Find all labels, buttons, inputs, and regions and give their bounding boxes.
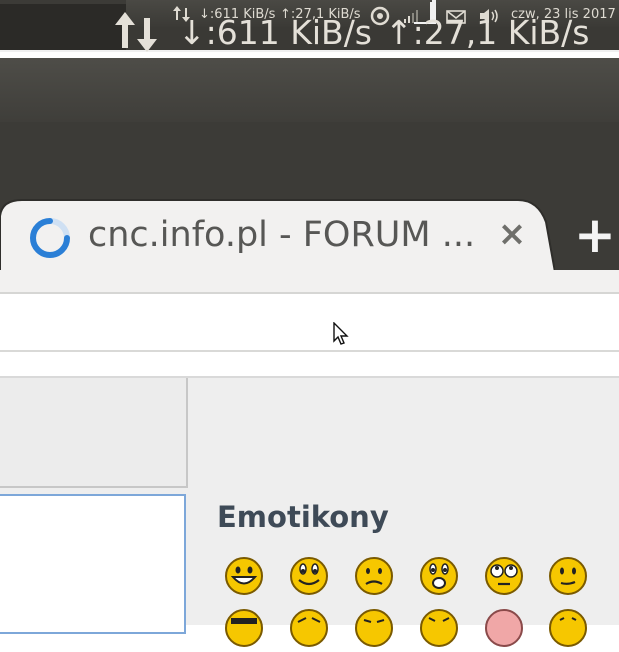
smiley-smile-icon[interactable] (289, 556, 329, 596)
smiley-wink-icon[interactable] (354, 608, 394, 648)
left-sidebar-panel (0, 378, 188, 488)
new-tab-button[interactable]: + (572, 210, 618, 260)
smiley-happy-icon[interactable] (548, 608, 588, 648)
mouse-pointer-icon (333, 321, 349, 350)
loading-spinner-icon (28, 216, 72, 264)
smiley-shock-icon[interactable] (419, 608, 459, 648)
download-speed-zoomed[interactable]: ↓:611 KiB/s (178, 10, 372, 54)
smiley-cool-icon[interactable] (224, 608, 264, 648)
smiley-surprised-icon[interactable] (419, 556, 459, 596)
smiley-laugh-icon[interactable] (289, 608, 329, 648)
close-tab-icon[interactable]: × (496, 217, 528, 251)
transfer-arrows-icon-zoomed[interactable] (113, 10, 161, 54)
message-textarea[interactable] (0, 494, 186, 634)
address-bar[interactable] (0, 294, 619, 352)
smiley-neutral-icon[interactable] (548, 556, 588, 596)
smiley-grin-icon[interactable] (224, 556, 264, 596)
tab-title[interactable]: cnc.info.pl - FORUM ... (88, 210, 475, 260)
smiley-embarrassed-icon[interactable] (484, 608, 524, 648)
bookmark-bar (0, 352, 619, 378)
emoticons-heading: Emotikony (217, 500, 389, 534)
browser-titlebar (0, 122, 619, 200)
upload-speed-zoomed[interactable]: ↑:27,1 KiB/s (385, 10, 590, 54)
panel-left-area (0, 4, 126, 50)
zoomed-top-panel (0, 58, 619, 122)
smiley-confused-icon[interactable] (354, 556, 394, 596)
smiley-rolleyes-icon[interactable] (484, 556, 524, 596)
browser-toolbar (0, 270, 619, 294)
